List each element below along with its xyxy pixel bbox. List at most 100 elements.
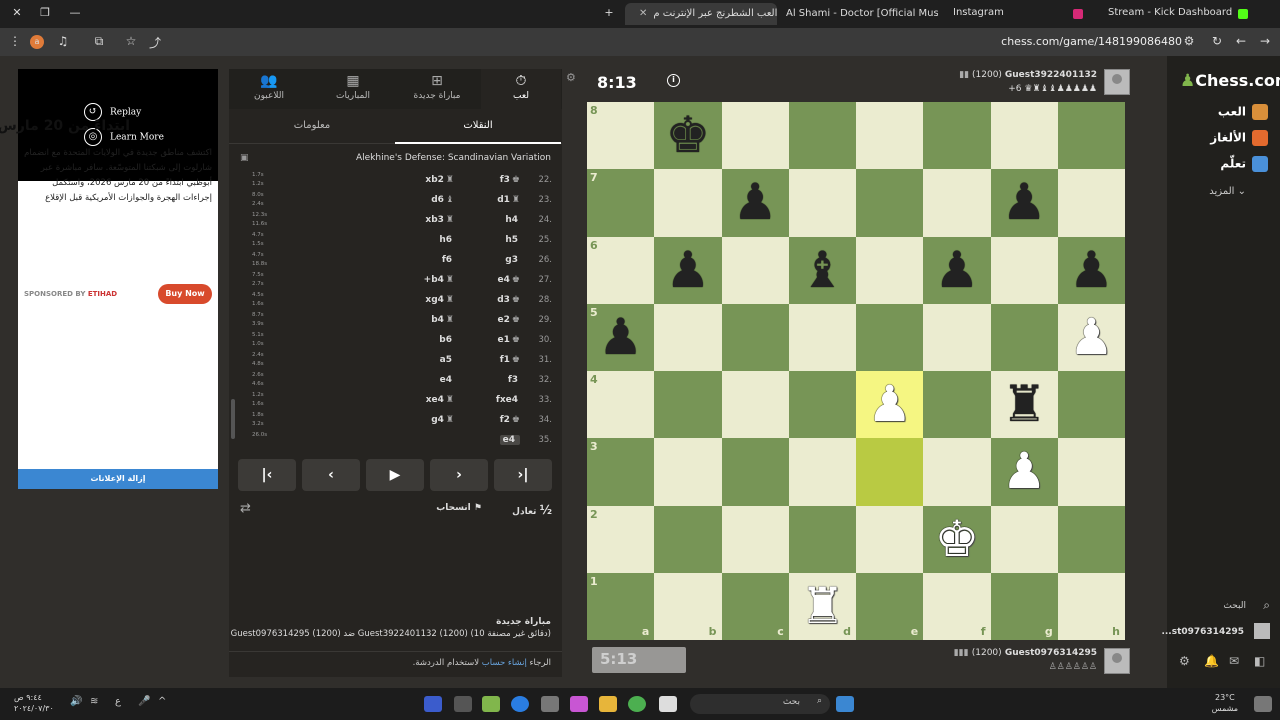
menu-icon[interactable]: ⋮ (6, 34, 24, 50)
player-name[interactable]: ▮▮▮ (1200) Guest0976314295 (954, 648, 1097, 658)
draw-button[interactable]: تعادل ½ (512, 503, 552, 517)
square-b3[interactable] (654, 438, 722, 506)
search-label[interactable]: البحث (1223, 601, 1246, 611)
square-f1[interactable]: f (923, 572, 991, 640)
player-avatar[interactable] (1104, 648, 1130, 674)
reload-icon[interactable]: ↻ (1208, 34, 1226, 50)
white-move[interactable]: f1 ♚ (500, 355, 520, 365)
next-move-button[interactable]: › (430, 459, 488, 491)
black-pawn-icon[interactable]: ♟ (654, 237, 721, 304)
black-bishop-icon[interactable]: ♝ (789, 237, 856, 304)
tab-new-game[interactable]: ⊞ مباراة جديدة (397, 69, 477, 109)
white-pawn-icon[interactable]: ♟ (856, 371, 923, 438)
white-move[interactable]: h5 (505, 235, 520, 245)
square-g1[interactable]: g (990, 572, 1058, 640)
black-move[interactable]: xb2 ♜ (425, 175, 454, 185)
start-icon[interactable] (836, 696, 854, 712)
tab-youtube[interactable]: Al Shami - Doctor [Official Mus... (778, 3, 938, 25)
restore-window-icon[interactable]: ❐ (38, 6, 52, 20)
square-a7[interactable]: 7 (587, 169, 655, 237)
square-g3[interactable]: ♟ (990, 438, 1058, 506)
notifications-icon[interactable]: 🔔 (1204, 654, 1219, 668)
wifi-icon[interactable]: ≋ (90, 696, 108, 712)
weather[interactable]: 23°C مشمس (1212, 692, 1238, 714)
square-b4[interactable] (654, 371, 722, 439)
white-move[interactable]: g3 (505, 255, 520, 265)
black-move[interactable]: xb3 ♜ (425, 215, 454, 225)
chess-board[interactable]: 8 ♚ 7 ♟ ♟ 6 ♟ ♝ ♟ ♟ 5 ♟ ♟ 4 ♟ ♜ 3 ♟ 2 ♚ 1 a b c d ♜ e f g h (587, 102, 1125, 640)
copy-pgn-icon[interactable]: ▣ (240, 153, 249, 163)
white-pawn-icon[interactable]: ♟ (991, 438, 1058, 505)
white-move[interactable]: e1 ♚ (498, 335, 520, 345)
mic-icon[interactable]: 🎤 (138, 696, 156, 712)
white-move[interactable]: fxe4 (496, 395, 520, 405)
square-c3[interactable] (721, 438, 789, 506)
square-g6[interactable] (990, 236, 1058, 304)
white-move[interactable]: e2 ♚ (498, 315, 520, 325)
remove-ads-button[interactable]: إزالة الإعلانات (18, 469, 218, 489)
resign-button[interactable]: انسحاب ⚑ (436, 503, 482, 513)
app-icon[interactable] (454, 696, 472, 712)
square-b1[interactable]: b (654, 572, 722, 640)
square-b5[interactable] (654, 303, 722, 371)
settings-icon[interactable]: ⚙ (1179, 654, 1190, 668)
tab-play[interactable]: ⏱ لعب (481, 69, 561, 109)
app-icon[interactable] (659, 696, 677, 712)
square-e3[interactable] (856, 438, 924, 506)
square-g8[interactable] (990, 102, 1058, 170)
square-c2[interactable] (721, 505, 789, 573)
square-c6[interactable] (721, 236, 789, 304)
square-h1[interactable]: h (1057, 572, 1125, 640)
square-c1[interactable]: c (721, 572, 789, 640)
last-move-button[interactable]: ›| (494, 459, 552, 491)
tab-instagram[interactable]: Instagram (945, 3, 1095, 25)
square-h3[interactable] (1057, 438, 1125, 506)
square-h7[interactable] (1057, 169, 1125, 237)
square-d8[interactable] (788, 102, 856, 170)
square-e4[interactable]: ♟ (856, 371, 924, 439)
black-move[interactable]: a5 (440, 355, 454, 365)
white-king-icon[interactable]: ♚ (923, 506, 990, 573)
file-explorer-icon[interactable] (599, 696, 617, 712)
edge-icon[interactable] (511, 696, 529, 712)
black-move[interactable]: d6 ♝ (431, 195, 454, 205)
volume-icon[interactable]: 🔊 (70, 696, 88, 712)
white-move[interactable]: h4 (505, 215, 520, 225)
opponent-name[interactable]: ▮▮ (1200) Guest3922401132 (959, 70, 1097, 80)
black-pawn-icon[interactable]: ♟ (991, 169, 1058, 236)
black-move[interactable]: f6 (442, 255, 454, 265)
share-icon[interactable]: ⤴ (146, 34, 164, 50)
black-move[interactable]: e4 (440, 375, 454, 385)
square-e6[interactable] (856, 236, 924, 304)
forward-icon[interactable]: → (1256, 34, 1274, 50)
app-icon[interactable] (424, 696, 442, 712)
square-a1[interactable]: 1a (587, 572, 655, 640)
white-move[interactable]: d1 ♜ (497, 195, 520, 205)
square-a8[interactable]: 8 (587, 102, 655, 170)
search-icon[interactable]: ⌕ (1263, 598, 1270, 613)
chrome-icon[interactable] (628, 696, 646, 712)
settings-gear-icon[interactable]: ⚙ (566, 71, 576, 84)
square-d6[interactable]: ♝ (788, 236, 856, 304)
square-d3[interactable] (788, 438, 856, 506)
white-move[interactable]: f2 ♚ (500, 415, 520, 425)
square-h5[interactable]: ♟ (1057, 303, 1125, 371)
white-rook-icon[interactable]: ♜ (789, 573, 856, 640)
white-move[interactable]: f3 ♚ (500, 175, 520, 185)
black-pawn-icon[interactable]: ♟ (923, 237, 990, 304)
url-field[interactable]: chess.com/game/148199086480 (1001, 35, 1182, 48)
black-move[interactable]: xg4 ♜ (425, 295, 454, 305)
clock[interactable]: ٩:٤٤ ص ٢٠٢٤/٠٧/٣٠ (14, 692, 54, 714)
square-h2[interactable] (1057, 505, 1125, 573)
square-c4[interactable] (721, 371, 789, 439)
square-b7[interactable] (654, 169, 722, 237)
square-d7[interactable] (788, 169, 856, 237)
square-h6[interactable]: ♟ (1057, 236, 1125, 304)
square-c7[interactable]: ♟ (721, 169, 789, 237)
close-window-icon[interactable]: ✕ (10, 6, 24, 20)
square-a4[interactable]: 4 (587, 371, 655, 439)
black-rook-icon[interactable]: ♜ (991, 371, 1058, 438)
square-a2[interactable]: 2 (587, 505, 655, 573)
square-d2[interactable] (788, 505, 856, 573)
minimize-window-icon[interactable]: — (68, 6, 82, 20)
